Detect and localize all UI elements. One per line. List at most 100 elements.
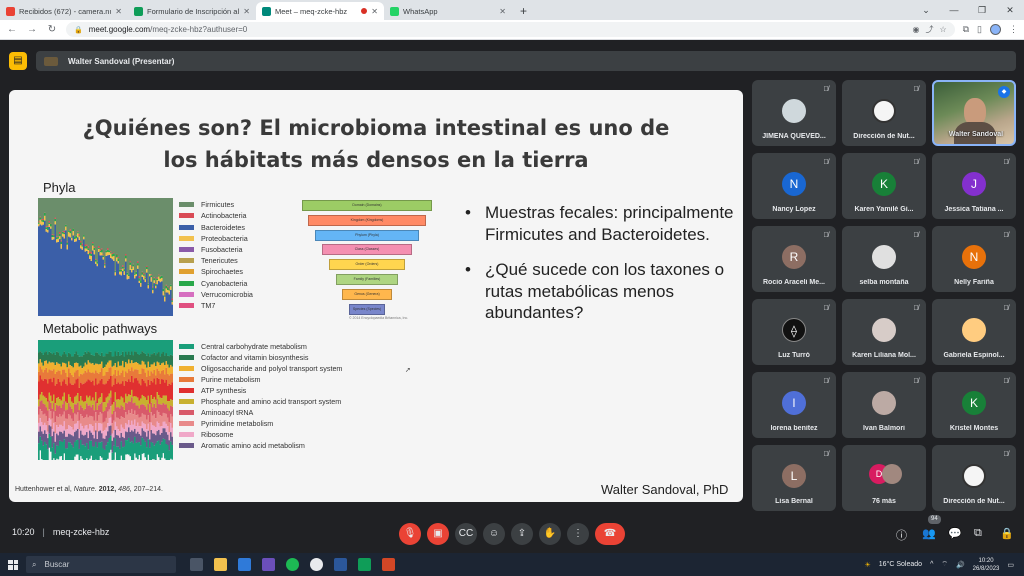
mic-off-button[interactable]: 🎙 (399, 523, 421, 545)
tab-search-icon[interactable]: ⌄ (912, 5, 940, 16)
leave-call-button[interactable]: ☎ (595, 523, 625, 545)
participant-tile[interactable]: 🎙̸ selba montaña (842, 226, 926, 292)
phyla-bar-segment (86, 250, 88, 316)
profile-avatar[interactable] (990, 24, 1001, 35)
taskbar-search[interactable]: ⌕ Buscar (26, 556, 176, 573)
tab-close-icon[interactable]: ✕ (243, 7, 250, 16)
metabolic-bar-segment (114, 421, 117, 430)
extensions-icon[interactable]: ⧉ (963, 24, 969, 35)
volume-icon[interactable]: 🔊 (956, 561, 965, 569)
powerpoint-icon[interactable] (382, 558, 395, 571)
spotify-icon[interactable] (286, 558, 299, 571)
activities-icon[interactable]: ⧉ (974, 527, 982, 540)
forward-icon[interactable]: → (26, 24, 38, 35)
sidebar-icon[interactable]: ▯ (977, 24, 982, 35)
metabolic-bar-segment (78, 438, 81, 449)
windows-start-icon[interactable] (8, 559, 18, 570)
network-icon[interactable]: ⌔ (941, 560, 948, 569)
phyla-bar-segment (50, 198, 52, 224)
present-now-button[interactable]: ⇪ (511, 523, 533, 545)
participant-tile[interactable]: 🎙̸ Dirección de Nut... (842, 80, 926, 146)
metabolic-bar-segment (83, 410, 85, 419)
participant-tile[interactable]: 🎙̸ Dirección de Nut... (932, 445, 1016, 511)
participant-tile[interactable]: L 🎙̸ Lisa Bernal (752, 445, 836, 511)
metabolic-bar-segment (123, 438, 126, 447)
metabolic-bar-segment (50, 340, 52, 353)
back-icon[interactable]: ← (6, 24, 18, 35)
maximize-button[interactable]: ❐ (968, 5, 996, 16)
tray-overflow-icon[interactable]: ^ (930, 561, 933, 568)
phyla-bar-segment (158, 280, 160, 316)
word-icon[interactable] (334, 558, 347, 571)
phyla-bar-segment (93, 249, 96, 255)
metabolic-bar-segment (71, 427, 73, 436)
participant-tile[interactable]: N 🎙̸ Nancy Lopez (752, 153, 836, 219)
participant-tile[interactable]: 🎙̸ JIMENA QUEVED... (752, 80, 836, 146)
participant-tile[interactable]: 🎙̸ Ivan Balmori (842, 372, 926, 438)
participant-tile[interactable]: 🎙̸ Karen Liliana Mol... (842, 299, 926, 365)
more-options-button[interactable]: ⋮ (567, 523, 589, 545)
browser-tab[interactable]: Formulario de Inscripción al "Cu✕ (128, 2, 256, 20)
host-controls-icon[interactable]: 🔒 (1000, 527, 1014, 540)
reactions-button[interactable]: ☺ (483, 523, 505, 545)
metabolic-bar-segment (84, 446, 87, 460)
camera-off-button[interactable]: ▣ (427, 523, 449, 545)
weather-text[interactable]: 16°C Soleado (879, 561, 922, 568)
participant-tile[interactable]: l 🎙̸ lorena benitez (752, 372, 836, 438)
browser-tab[interactable]: Meet – meq-zcke-hbz ✕ (256, 2, 384, 20)
metabolic-bar-segment (164, 439, 166, 459)
metabolic-bar-segment (117, 351, 120, 362)
metabolic-bar-segment (95, 352, 97, 364)
participant-tile[interactable]: K 🎙̸ Karen Yamilé Gi... (842, 153, 926, 219)
metabolic-bar-segment (159, 444, 162, 460)
minimize-button[interactable]: — (940, 5, 968, 15)
address-bar[interactable]: 🔒 meet.google.com/meq-zcke-hbz?authuser=… (66, 22, 955, 37)
participant-tile[interactable]: 🎙̸ Gabriela Espinol... (932, 299, 1016, 365)
phyla-bar-segment (66, 249, 69, 316)
participant-tile[interactable]: ◆ Walter Sandoval (932, 80, 1016, 146)
presentation-icon[interactable]: ▤ (9, 52, 27, 70)
phyla-bar-segment (155, 198, 157, 283)
people-icon[interactable]: 👥 (922, 527, 936, 540)
participant-tile[interactable]: J 🎙̸ Jessica Tatiana ... (932, 153, 1016, 219)
task-view-icon[interactable] (190, 558, 203, 571)
reload-icon[interactable]: ↻ (46, 24, 58, 35)
metabolic-bar-segment (114, 438, 117, 453)
metabolic-bar-segment (104, 421, 106, 430)
tab-close-icon[interactable]: ✕ (499, 7, 506, 16)
close-window-button[interactable]: ✕ (996, 5, 1024, 16)
camera-indicator-icon[interactable]: ◉ (912, 25, 919, 34)
new-tab-button[interactable]: + (512, 2, 535, 20)
metabolic-bar-segment (125, 412, 127, 424)
app-icon-purple[interactable] (262, 558, 275, 571)
metabolic-bar-segment (47, 421, 49, 432)
phyla-legend-item: Firmicutes (179, 200, 253, 210)
participant-tile[interactable]: D 76 más (842, 445, 926, 511)
tab-close-icon[interactable]: ✕ (115, 7, 122, 16)
taskbar-clock[interactable]: 10:20 26/8/2023 (973, 557, 1000, 573)
chrome-menu-icon[interactable]: ⋮ (1009, 24, 1018, 35)
captions-button[interactable]: CC (455, 523, 477, 545)
tab-close-icon[interactable]: ✕ (371, 7, 378, 16)
edge-icon[interactable] (238, 558, 251, 571)
bookmark-star-icon[interactable]: ☆ (939, 25, 946, 34)
photos-icon[interactable] (358, 558, 371, 571)
meeting-details-icon[interactable]: ⓘ (896, 527, 907, 543)
participant-tile[interactable]: R 🎙̸ Rocio Araceli Me... (752, 226, 836, 292)
file-explorer-icon[interactable] (214, 558, 227, 571)
search-icon: ⌕ (32, 559, 37, 569)
notifications-icon[interactable]: ▭ (1007, 561, 1014, 569)
legend-swatch (179, 344, 194, 350)
phyla-bar-segment (90, 253, 93, 256)
browser-tab[interactable]: WhatsApp ✕ (384, 2, 512, 20)
chrome-icon[interactable] (310, 558, 323, 571)
participant-tile[interactable]: ⟠ 🎙̸ Luz Turró (752, 299, 836, 365)
participant-tile[interactable]: K 🎙̸ Kristel Montes (932, 372, 1016, 438)
participant-tile[interactable]: N 🎙̸ Nelly Fariña (932, 226, 1016, 292)
browser-tab[interactable]: Recibidos (672) - camera.nutricio✕ (0, 2, 128, 20)
metabolic-bar-segment (135, 369, 138, 379)
raise-hand-button[interactable]: ✋ (539, 523, 561, 545)
chat-icon[interactable]: 💬 (948, 527, 962, 540)
lock-icon[interactable]: 🔒 (74, 26, 83, 34)
share-icon[interactable]: ⤴ (925, 24, 933, 35)
